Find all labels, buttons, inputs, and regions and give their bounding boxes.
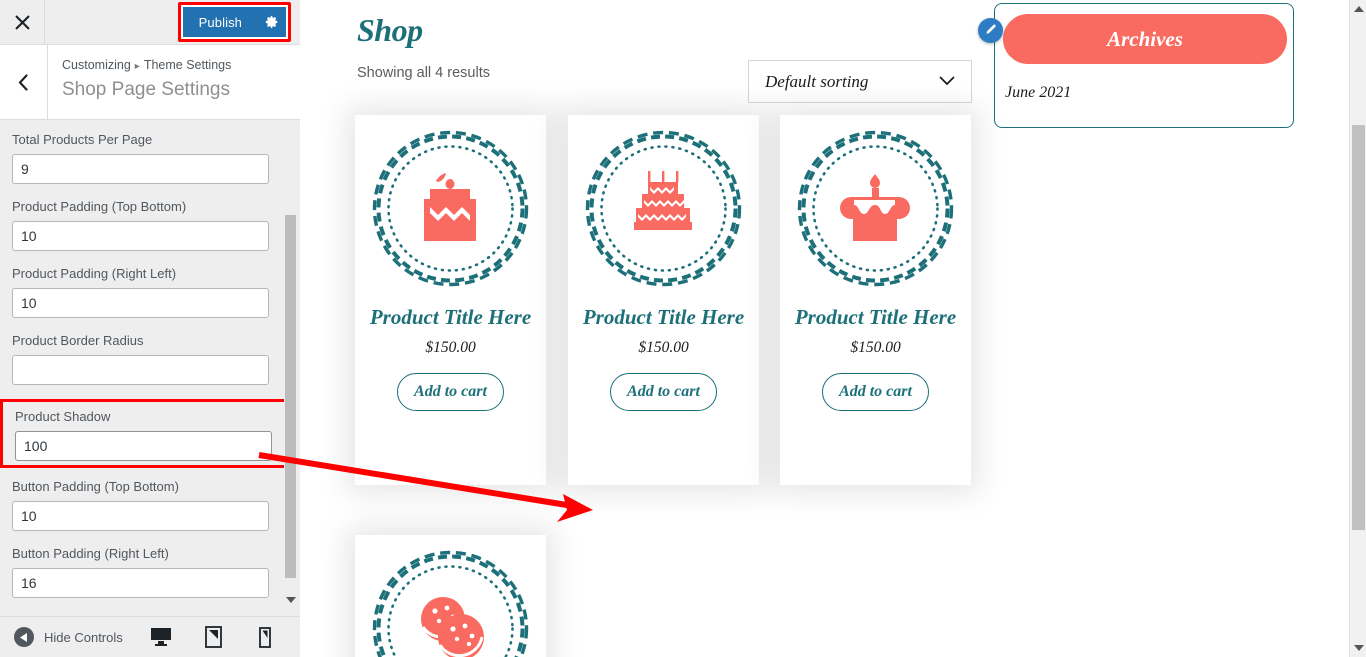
customizer-header: Customizing ▸ Theme Settings Shop Page Set… (0, 45, 300, 120)
desktop-icon[interactable] (148, 624, 174, 650)
controls-list: Total Products Per Page Product Padding … (0, 121, 300, 616)
product-price: $150.00 (425, 339, 476, 356)
control-product-shadow: Product Shadow (0, 399, 288, 468)
control-total-products-per-page: Total Products Per Page (12, 131, 288, 184)
cake-slice-icon (424, 173, 476, 241)
button-padding-top-bottom-input[interactable] (12, 501, 269, 531)
cookies-icon (421, 597, 484, 657)
product-image (371, 549, 530, 657)
product-price: $150.00 (638, 339, 689, 356)
button-padding-right-left-input[interactable] (12, 568, 269, 598)
widget-archive-item[interactable]: June 2021 (1005, 84, 1071, 102)
breadcrumb-separator-icon: ▸ (134, 61, 140, 72)
close-icon[interactable] (0, 0, 45, 44)
control-label: Total Products Per Page (12, 132, 153, 147)
scroll-down-icon[interactable] (1350, 641, 1366, 655)
hide-controls-label: Hide Controls (44, 629, 123, 645)
control-product-padding-right-left: Product Padding (Right Left) (12, 265, 288, 318)
control-label: Button Padding (Right Left) (12, 546, 169, 561)
preview-frame: Shop Showing all 4 results Default sorti… (300, 0, 1366, 657)
panel-title: Shop Page Settings (62, 79, 230, 100)
tiered-cake-icon (634, 171, 692, 230)
publish-button[interactable]: Publish (182, 7, 256, 37)
sidebar-scrollbar-thumb[interactable] (285, 215, 296, 578)
control-product-border-radius: Product Border Radius (12, 332, 288, 385)
product-title[interactable]: Product Title Here (365, 304, 536, 331)
sidebar-scroll-down-icon[interactable] (284, 592, 298, 608)
product-image (371, 129, 530, 288)
product-border-radius-input[interactable] (12, 355, 269, 385)
breadcrumb-root[interactable]: Customizing (62, 58, 131, 72)
sorting-selected-value: Default sorting (765, 71, 869, 91)
scroll-up-icon[interactable] (1350, 2, 1366, 16)
product-padding-top-bottom-input[interactable] (12, 221, 269, 251)
gear-icon[interactable] (256, 7, 286, 37)
publish-area: Publish (45, 0, 300, 44)
page-scrollbar[interactable] (1349, 0, 1366, 657)
pencil-edit-icon[interactable] (978, 18, 1003, 43)
add-to-cart-button[interactable]: Add to cart (397, 373, 504, 411)
product-card[interactable]: Product Title Here $150.00 Add to cart (355, 535, 546, 657)
control-label: Product Padding (Top Bottom) (12, 199, 187, 214)
page-scrollbar-thumb[interactable] (1352, 125, 1365, 530)
control-label: Product Shadow (15, 409, 111, 424)
product-shadow-input[interactable] (15, 431, 272, 461)
publish-annotation-box: Publish (177, 2, 291, 42)
chevron-left-icon[interactable] (0, 45, 48, 119)
product-card[interactable]: Product Title Here $150.00 Add to cart (780, 115, 971, 485)
product-image (796, 129, 955, 288)
product-card[interactable]: Product Title Here $150.00 Add to cart (355, 115, 546, 485)
sorting-select[interactable]: Default sorting (748, 60, 972, 103)
device-preview-group (148, 624, 300, 650)
hide-controls-button[interactable]: Hide Controls (14, 627, 123, 647)
tablet-icon[interactable] (200, 624, 226, 650)
product-price: $150.00 (850, 339, 901, 356)
customizer-footer: Hide Controls (0, 616, 300, 657)
control-label: Product Padding (Right Left) (12, 266, 177, 281)
product-card[interactable]: Product Title Here $150.00 Add to cart (568, 115, 759, 485)
breadcrumb: Customizing ▸ Theme Settings (62, 57, 231, 75)
results-count: Showing all 4 results (357, 65, 490, 81)
control-label: Button Padding (Top Bottom) (12, 479, 179, 494)
add-to-cart-button[interactable]: Add to cart (610, 373, 717, 411)
customizer-sidebar: Publish Customizing ▸ Theme Settings Sho… (0, 0, 300, 657)
chevron-down-icon (939, 73, 955, 91)
control-label: Product Border Radius (12, 333, 144, 348)
control-product-padding-top-bottom: Product Padding (Top Bottom) (12, 198, 288, 251)
archives-widget: Archives June 2021 (994, 3, 1294, 128)
product-image (584, 129, 743, 288)
product-padding-right-left-input[interactable] (12, 288, 269, 318)
control-button-padding-top-bottom: Button Padding (Top Bottom) (12, 478, 288, 531)
control-button-padding-right-left: Button Padding (Right Left) (12, 545, 288, 598)
customizer-screen: Shop Showing all 4 results Default sorti… (0, 0, 1366, 657)
product-title[interactable]: Product Title Here (790, 304, 961, 331)
product-title[interactable]: Product Title Here (578, 304, 749, 331)
widget-title: Archives (1003, 14, 1287, 64)
breadcrumb-parent[interactable]: Theme Settings (144, 58, 232, 72)
total-products-per-page-input[interactable] (12, 154, 269, 184)
collapse-arrow-icon (14, 627, 34, 647)
add-to-cart-button[interactable]: Add to cart (822, 373, 929, 411)
mobile-icon[interactable] (252, 624, 278, 650)
page-title: Shop (357, 12, 423, 48)
customizer-topbar: Publish (0, 0, 300, 45)
cupcake-candle-icon (840, 174, 910, 241)
